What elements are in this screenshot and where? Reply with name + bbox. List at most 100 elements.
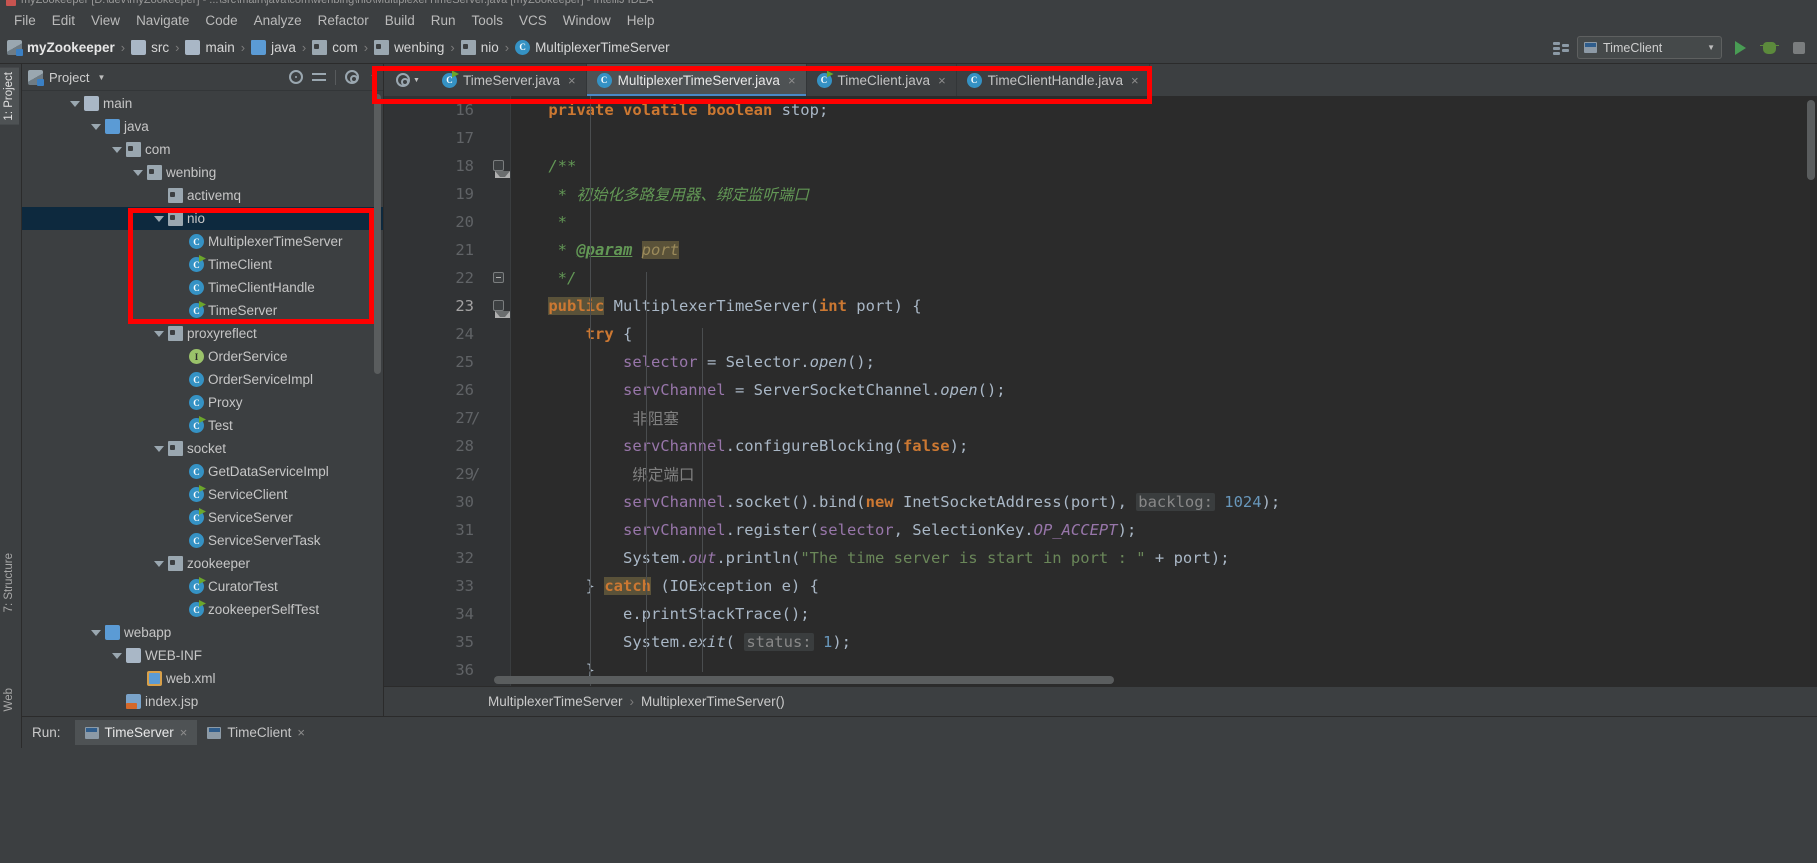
editor-horizontal-scrollbar[interactable] xyxy=(494,676,1114,684)
tree-item-timeserver[interactable]: C TimeServer xyxy=(22,299,383,322)
menu-item-build[interactable]: Build xyxy=(377,12,423,29)
breadcrumb-item-multiplexertimeserver[interactable]: C MultiplexerTimeServer xyxy=(515,39,670,55)
gear-icon[interactable] xyxy=(345,70,360,84)
menu-item-analyze[interactable]: Analyze xyxy=(246,12,310,29)
code-line: 32 System.out.println("The time server i… xyxy=(455,544,1817,572)
menu-item-navigate[interactable]: Navigate xyxy=(128,12,197,29)
breadcrumb-item-myzookeeper[interactable]: myZookeeper xyxy=(7,39,115,56)
tree-item-orderservice[interactable]: I OrderService xyxy=(22,345,383,368)
tree-item-curatortest[interactable]: C CuratorTest xyxy=(22,575,383,598)
tree-item-webapp[interactable]: webapp xyxy=(22,621,383,644)
tree-item-index-jsp[interactable]: index.jsp xyxy=(22,690,383,713)
chevron-down-icon[interactable] xyxy=(154,329,164,339)
tree-item-zookeeper[interactable]: zookeeper xyxy=(22,552,383,575)
tool-tab-web[interactable]: Web xyxy=(0,684,19,715)
menu-item-code[interactable]: Code xyxy=(197,12,245,29)
chevron-down-icon[interactable]: ▼ xyxy=(413,77,420,84)
menu-item-vcs[interactable]: VCS xyxy=(511,12,555,29)
runnable-class-icon: C xyxy=(189,579,204,594)
chevron-down-icon[interactable]: ▼ xyxy=(370,74,377,81)
tree-item-java[interactable]: java xyxy=(22,115,383,138)
editor-tab-timeclient[interactable]: C TimeClient.java × xyxy=(807,64,957,96)
run-tab-timeserver[interactable]: TimeServer × xyxy=(74,720,198,745)
debug-button[interactable] xyxy=(1759,37,1780,58)
tree-item-timeclient[interactable]: C TimeClient xyxy=(22,253,383,276)
tree-item-web-inf[interactable]: WEB-INF xyxy=(22,644,383,667)
tree-item-timeclienthandle[interactable]: C TimeClientHandle xyxy=(22,276,383,299)
tree-item-wenbing[interactable]: wenbing xyxy=(22,161,383,184)
tree-item-orderserviceimpl[interactable]: C OrderServiceImpl xyxy=(22,368,383,391)
menu-item-view[interactable]: View xyxy=(83,12,128,29)
close-icon[interactable]: × xyxy=(1131,73,1139,88)
chevron-down-icon[interactable] xyxy=(154,444,164,454)
menu-item-window[interactable]: Window xyxy=(555,12,619,29)
close-icon[interactable]: × xyxy=(568,73,576,88)
editor-tab-multiplexertimeserver[interactable]: C MultiplexerTimeServer.java × xyxy=(586,64,807,96)
chevron-down-icon[interactable] xyxy=(154,559,164,569)
fold-toggle-icon[interactable] xyxy=(493,300,510,318)
chevron-down-icon[interactable]: ▼ xyxy=(97,73,105,82)
breadcrumb-item-src[interactable]: src xyxy=(131,39,169,55)
fold-toggle-icon[interactable] xyxy=(493,160,510,178)
chevron-down-icon[interactable] xyxy=(112,145,122,155)
menu-item-edit[interactable]: Edit xyxy=(44,12,83,29)
tree-item-serviceserver[interactable]: C ServiceServer xyxy=(22,506,383,529)
menu-item-run[interactable]: Run xyxy=(423,12,464,29)
tree-item-serviceservertask[interactable]: C ServiceServerTask xyxy=(22,529,383,552)
compare-icon[interactable] xyxy=(1553,40,1569,55)
editor-tab-timeclienthandle[interactable]: C TimeClientHandle.java × xyxy=(957,64,1150,96)
collapse-all-icon[interactable] xyxy=(312,70,327,84)
editor-breadcrumb-item[interactable]: MultiplexerTimeServer xyxy=(488,694,623,709)
tree-item-serviceclient[interactable]: C ServiceClient xyxy=(22,483,383,506)
code-token: int xyxy=(818,297,847,315)
tree-item-getdataserviceimpl[interactable]: C GetDataServiceImpl xyxy=(22,460,383,483)
menu-item-help[interactable]: Help xyxy=(619,12,663,29)
menu-item-refactor[interactable]: Refactor xyxy=(310,12,377,29)
run-configuration-selector[interactable]: TimeClient ▼ xyxy=(1577,36,1722,59)
tree-item-proxy[interactable]: C Proxy xyxy=(22,391,383,414)
close-icon[interactable]: × xyxy=(938,73,946,88)
close-icon[interactable]: × xyxy=(180,725,188,740)
tree-item-com[interactable]: com xyxy=(22,138,383,161)
gear-icon[interactable] xyxy=(396,73,411,87)
breadcrumb-item-nio[interactable]: nio xyxy=(460,39,499,55)
run-tab-timeclient[interactable]: TimeClient × xyxy=(197,720,315,745)
code-content[interactable]: 16 private volatile boolean stop; 17 18 /*… xyxy=(455,96,1817,686)
tree-item-multiplexertimeserver[interactable]: C MultiplexerTimeServer xyxy=(22,230,383,253)
chevron-down-icon[interactable] xyxy=(133,168,143,178)
breadcrumb-item-com[interactable]: com xyxy=(312,39,358,55)
tree-item-main[interactable]: main xyxy=(22,92,383,115)
tree-item-test[interactable]: C Test xyxy=(22,414,383,437)
editor-tab-timeserver[interactable]: C TimeServer.java × xyxy=(432,64,587,96)
editor-fold-column[interactable] xyxy=(489,96,511,686)
project-tree-scrollbar[interactable] xyxy=(374,94,381,374)
chevron-down-icon[interactable] xyxy=(70,99,80,109)
breadcrumb-item-wenbing[interactable]: wenbing xyxy=(374,39,444,55)
chevron-down-icon[interactable] xyxy=(91,122,101,132)
chevron-down-icon[interactable] xyxy=(112,651,122,661)
breadcrumb-item-java[interactable]: java xyxy=(251,39,296,55)
menu-item-file[interactable]: File xyxy=(6,12,44,29)
close-icon[interactable]: × xyxy=(297,725,305,740)
tree-item-zookeeperselftest[interactable]: CzookeeperSelfTest xyxy=(22,598,383,621)
close-icon[interactable]: × xyxy=(788,73,796,88)
folder-icon xyxy=(126,648,141,663)
tree-item-socket[interactable]: socket xyxy=(22,437,383,460)
editor-vertical-scrollbar[interactable] xyxy=(1807,100,1815,180)
chevron-down-icon[interactable] xyxy=(154,214,164,224)
breadcrumb-item-main[interactable]: main xyxy=(185,39,235,55)
code-editor[interactable]: 16 private volatile boolean stop; 17 18 /*… xyxy=(384,96,1817,686)
fold-toggle-icon[interactable] xyxy=(493,272,504,283)
tool-tab-structure[interactable]: 7: Structure xyxy=(0,549,19,616)
chevron-down-icon[interactable] xyxy=(91,628,101,638)
menu-item-tools[interactable]: Tools xyxy=(464,12,512,29)
stop-button[interactable] xyxy=(1788,37,1809,58)
editor-breadcrumb-item[interactable]: MultiplexerTimeServer() xyxy=(641,694,785,709)
tree-item-nio[interactable]: nio xyxy=(22,207,383,230)
run-button[interactable] xyxy=(1730,37,1751,58)
tree-item-proxyreflect[interactable]: proxyreflect xyxy=(22,322,383,345)
locate-icon[interactable] xyxy=(289,70,304,84)
tree-item-web-xml[interactable]: web.xml xyxy=(22,667,383,690)
tree-item-activemq[interactable]: activemq xyxy=(22,184,383,207)
tool-tab-project[interactable]: 1: Project xyxy=(0,68,19,125)
